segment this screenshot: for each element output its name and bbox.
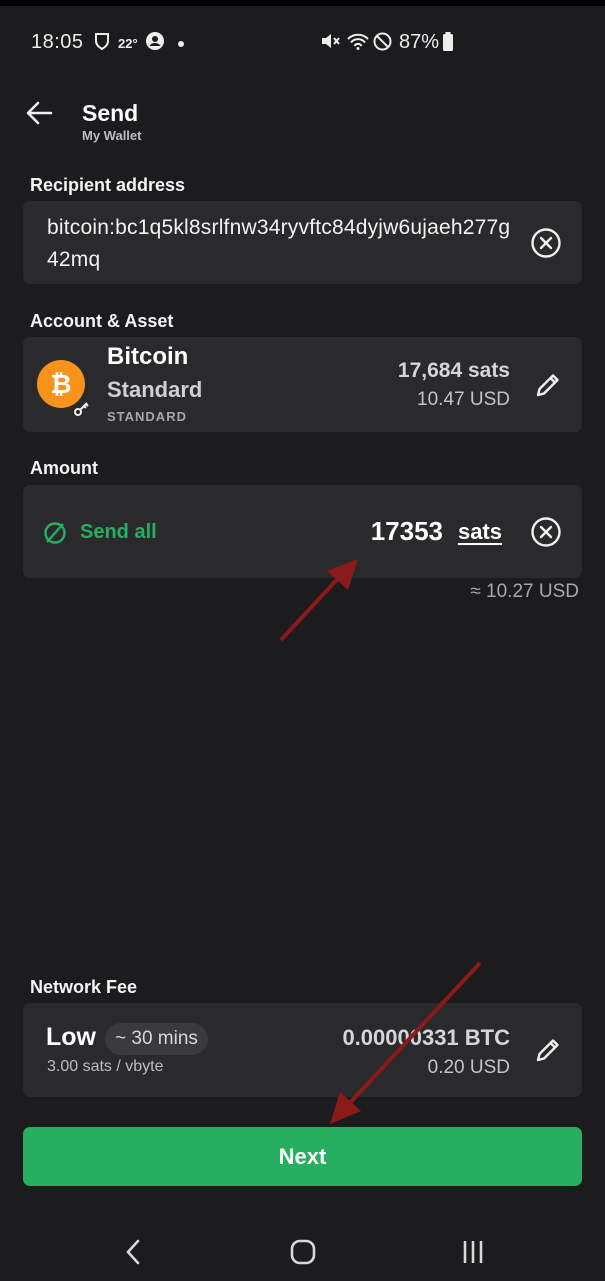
battery-icon [442,32,454,52]
top-edge [0,0,605,6]
nav-recents-button[interactable] [453,1234,493,1270]
nav-home-button[interactable] [283,1234,323,1270]
account-circle-icon [146,32,164,50]
clear-amount-button[interactable] [530,516,562,548]
fee-amount-btc: 0.00000331 BTC [342,1025,510,1050]
fee-eta-chip: ~ 30 mins [105,1023,208,1055]
network-fee-label: Network Fee [30,977,138,997]
network-fee-selector[interactable]: Low ~ 30 mins 3.00 sats / vbyte 0.000003… [23,1003,582,1097]
pencil-icon [536,374,559,397]
edit-account-button[interactable] [532,369,564,401]
amount-value[interactable]: 17353 [371,516,443,547]
clear-address-button[interactable] [530,227,562,259]
amount-field[interactable]: Send all 17353 sats [23,485,582,578]
empty-set-icon [43,521,67,545]
amount-unit-toggle[interactable]: sats [458,519,502,545]
recipient-label: Recipient address [30,175,186,195]
status-bar: 18:05 22° 87% [0,28,605,58]
account-asset-selector[interactable]: ₿ Bitcoin Standard STANDARD 17,684 sats … [23,337,582,432]
page-subtitle: My Wallet [82,128,142,143]
pencil-icon [536,1039,559,1062]
do-not-disturb-icon [373,32,392,51]
nav-back-button[interactable] [113,1234,153,1270]
fee-speed: Low [46,1023,96,1051]
recents-icon [463,1241,483,1263]
account-balance-usd: 10.47 USD [417,389,510,410]
back-button[interactable] [24,98,56,128]
status-temperature: 22° [118,36,138,51]
key-icon [73,399,91,417]
home-icon [290,1239,316,1265]
wifi-icon [346,32,370,50]
account-type: Standard [107,377,203,402]
account-tag: STANDARD [107,409,187,424]
bitcoin-glyph: ₿ [50,368,72,399]
edit-fee-button[interactable] [532,1034,564,1066]
arrow-left-icon [26,101,53,125]
next-button[interactable]: Next [23,1127,582,1186]
account-asset-name: Bitcoin [107,343,189,370]
amount-fiat-equivalent: ≈ 10.27 USD [470,581,579,602]
shield-icon [94,32,110,50]
close-circle-icon [531,517,561,547]
recipient-address-field[interactable]: bitcoin:bc1q5kl8srlfnw34ryvftc84dyjw6uja… [23,201,582,284]
account-asset-label: Account & Asset [30,311,174,331]
recipient-address-value[interactable]: bitcoin:bc1q5kl8srlfnw34ryvftc84dyjw6uja… [47,212,517,276]
close-circle-icon [531,228,561,258]
mute-icon [320,32,340,50]
account-balance-sats: 17,684 sats [397,359,510,382]
fee-amount-usd: 0.20 USD [427,1057,510,1078]
amount-label: Amount [30,458,98,478]
send-all-button[interactable]: Send all [80,521,157,544]
status-time: 18:05 [31,31,84,53]
notification-dot-icon [178,41,184,47]
battery-percent: 87% [399,31,440,53]
fee-rate: 3.00 sats / vbyte [47,1058,164,1075]
chevron-left-icon [126,1239,140,1265]
page-title: Send [82,100,139,126]
